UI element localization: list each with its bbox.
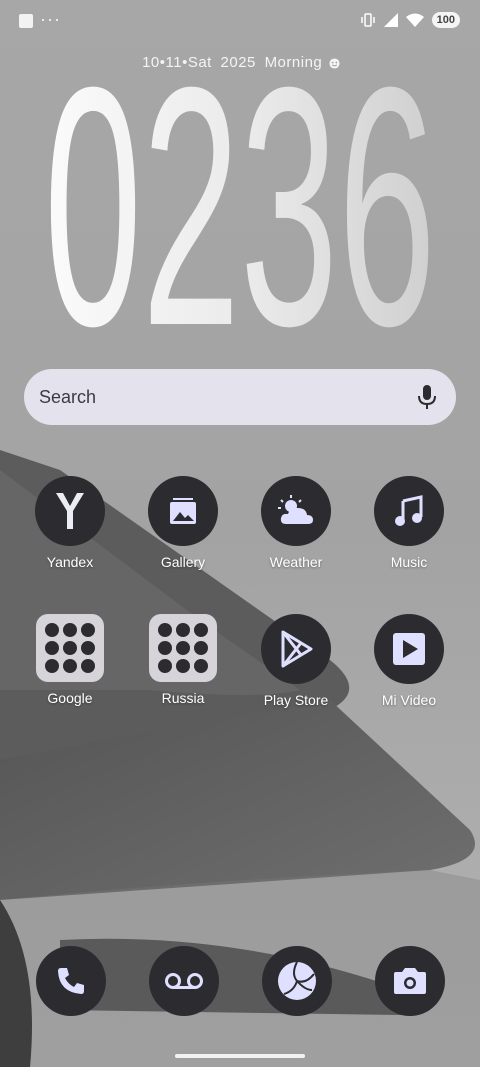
mic-icon[interactable] (416, 384, 438, 410)
app-label: Google (47, 690, 93, 706)
folder-icon (36, 614, 104, 682)
more-dots-icon: ··· (40, 9, 61, 29)
wifi-icon (405, 13, 424, 27)
yandex-icon (35, 476, 105, 546)
clock-widget[interactable]: 0236 (40, 66, 440, 336)
weather-icon (261, 476, 331, 546)
dock-voicemail[interactable] (149, 946, 219, 1016)
signal-icon (383, 13, 398, 27)
app-music[interactable]: Music (354, 476, 464, 570)
search-bar[interactable]: Search (24, 369, 456, 425)
camera-icon (394, 968, 426, 994)
search-placeholder: Search (39, 387, 97, 407)
app-label: Gallery (160, 554, 206, 570)
play-store-icon (261, 614, 331, 684)
status-icons: 100 (360, 12, 460, 28)
phone-icon (58, 968, 84, 994)
folder-icon (149, 614, 217, 682)
status-bar: ··· 100 (0, 0, 480, 40)
dock-camera[interactable] (375, 946, 445, 1016)
gallery-icon (148, 476, 218, 546)
app-label: Mi Video (381, 692, 437, 708)
folder-google[interactable]: Google (15, 614, 125, 706)
mi-video-icon (374, 614, 444, 684)
gesture-nav-bar[interactable] (175, 1054, 305, 1058)
volleyball-icon (278, 961, 316, 1000)
app-label: Music (390, 554, 428, 570)
app-label: Weather (269, 554, 323, 570)
square-icon (19, 14, 33, 28)
app-play-store[interactable]: Play Store (241, 614, 351, 708)
app-weather[interactable]: Weather (241, 476, 351, 570)
app-label: Play Store (263, 692, 329, 708)
clock-time: 0236 (44, 66, 436, 336)
app-label: Russia (161, 690, 205, 706)
music-icon (374, 476, 444, 546)
battery-icon: 100 (431, 12, 460, 28)
dock-volleyball[interactable] (262, 946, 332, 1016)
vibrate-icon (360, 13, 375, 27)
app-label: Yandex (46, 554, 94, 570)
dock-phone[interactable] (36, 946, 106, 1016)
app-mi-video[interactable]: Mi Video (354, 614, 464, 708)
app-gallery[interactable]: Gallery (128, 476, 238, 570)
app-yandex[interactable]: Yandex (15, 476, 125, 570)
folder-russia[interactable]: Russia (128, 614, 238, 706)
voicemail-icon (165, 973, 203, 989)
